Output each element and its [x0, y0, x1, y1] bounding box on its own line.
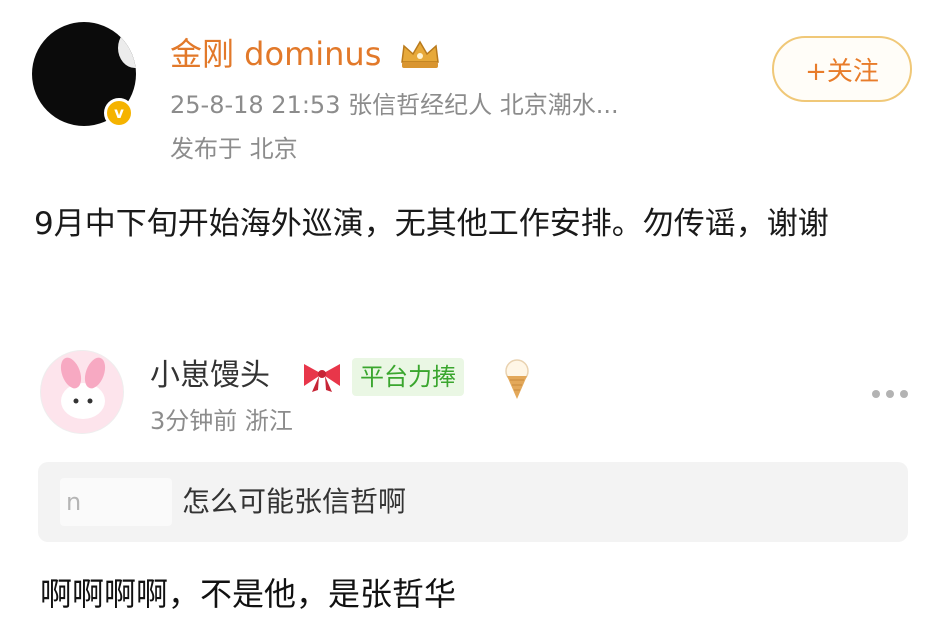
- melody-avatar-icon: [41, 351, 123, 433]
- post-location: 发布于 北京: [170, 135, 298, 163]
- platform-tag: 平台力捧: [352, 358, 464, 396]
- quoted-text: 怎么可能张信哲啊: [182, 485, 407, 518]
- verified-badge-icon: v: [104, 98, 134, 128]
- commenter-name[interactable]: 小崽馒头: [150, 356, 270, 396]
- post-meta: 25-8-18 21:53 张信哲经纪人 北京潮水...: [170, 91, 619, 119]
- post-content: 9月中下旬开始海外巡演，无其他工作安排。勿传谣，谢谢: [34, 206, 829, 242]
- comment-time: 3分钟前 浙江: [150, 407, 293, 435]
- follow-button[interactable]: +关注: [772, 36, 912, 102]
- bow-icon: [304, 364, 340, 392]
- author-name[interactable]: 金刚 dominus: [170, 32, 381, 76]
- commenter-avatar[interactable]: [40, 350, 124, 434]
- quoted-username: n: [60, 478, 172, 526]
- more-icon[interactable]: [868, 380, 912, 408]
- ice-cream-icon: [505, 359, 529, 399]
- crown-icon: [401, 40, 439, 68]
- reply-text: 啊啊啊啊，不是他，是张哲华: [40, 575, 457, 613]
